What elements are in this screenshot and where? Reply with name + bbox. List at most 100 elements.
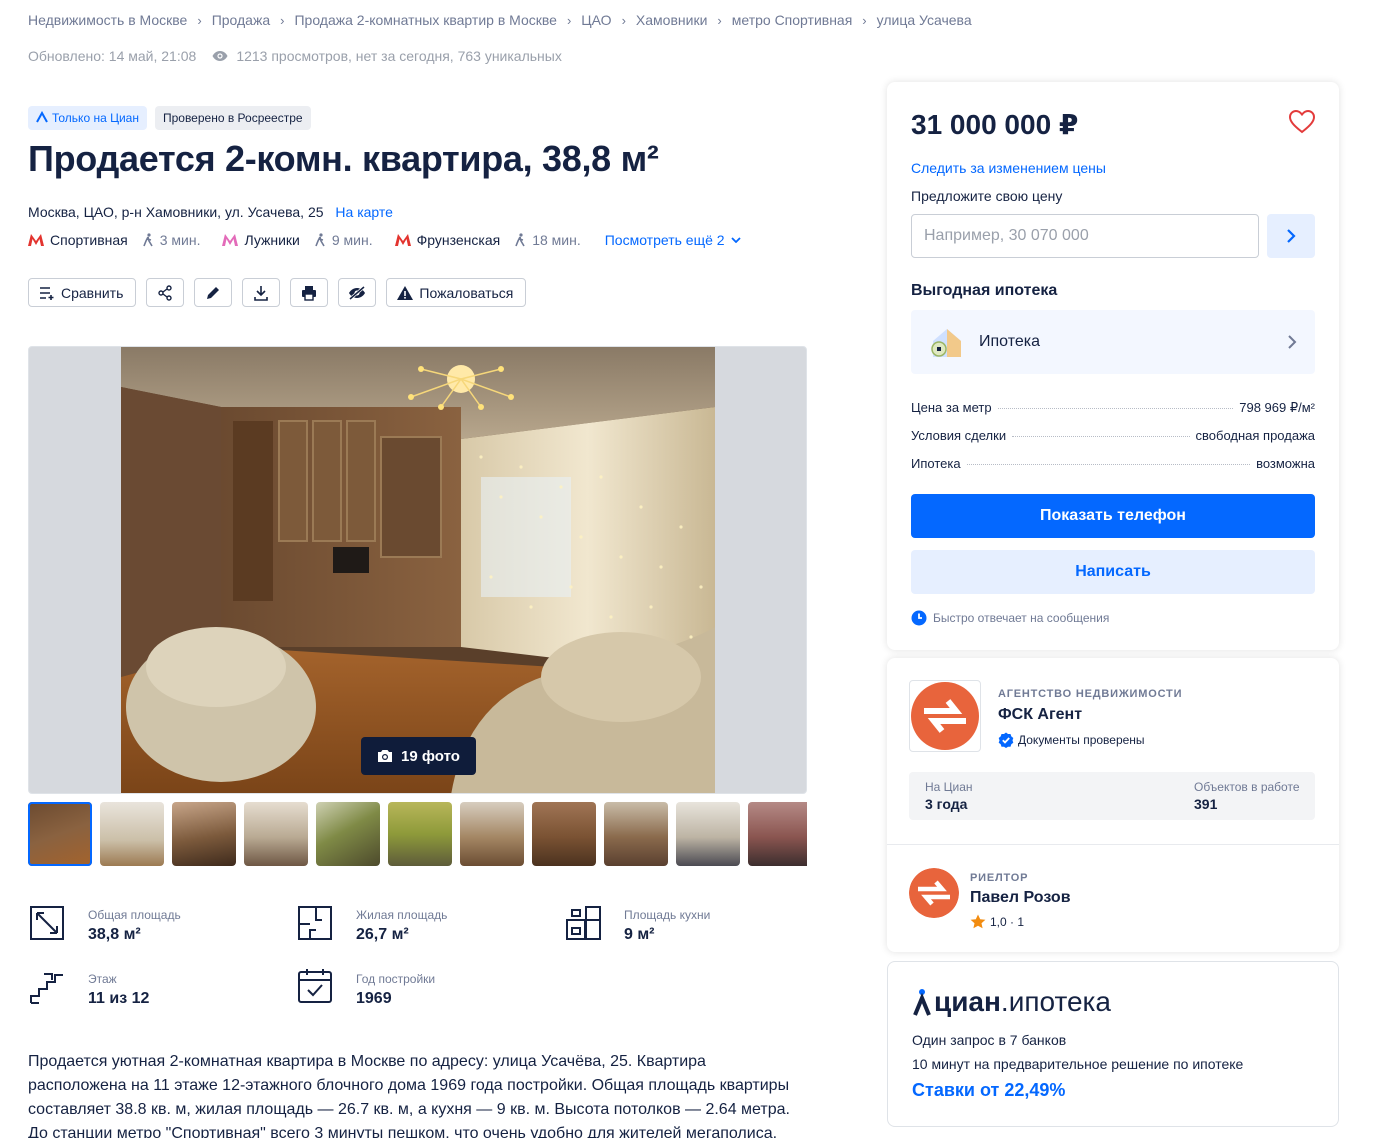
fact-kitchen-area: Площадь кухни 9 м² (564, 902, 710, 944)
verified-badge-icon (998, 732, 1014, 748)
only-cian-badge: Только на Циан (28, 106, 147, 130)
updated-date: Обновлено: 14 май, 21:08 (28, 48, 197, 64)
stat-objects: Объектов в работе 391 (1194, 780, 1300, 812)
star-icon (970, 914, 986, 929)
price-card: 31 000 000 ₽ Следить за изменением цены … (887, 82, 1339, 650)
agency-name[interactable]: ФСК Агент (998, 706, 1082, 724)
thumbnail[interactable] (460, 802, 524, 866)
write-message-button[interactable]: Написать (911, 550, 1315, 594)
thumbnail[interactable] (28, 802, 92, 866)
reply-speed-note: Быстро отвечает на сообщения (911, 610, 1109, 626)
fact-living-area: Жилая площадь 26,7 м² (296, 902, 447, 944)
breadcrumb-item[interactable]: Хамовники (636, 12, 707, 28)
breadcrumb-item[interactable]: метро Спортивная (732, 12, 853, 28)
eye-icon (212, 50, 228, 62)
breadcrumb-item[interactable]: ЦАО (581, 12, 611, 28)
listing-badges: Только на Циан Проверено в Росреестре (28, 106, 311, 130)
house-icon (931, 329, 961, 357)
photo-count-button[interactable]: 19 фото (361, 737, 476, 775)
thumbnail[interactable] (244, 802, 308, 866)
realtor-name[interactable]: Павел Розов (970, 889, 1071, 907)
thumbnail[interactable] (388, 802, 452, 866)
views-count[interactable]: 1213 просмотров, нет за сегодня, 763 уни… (236, 48, 562, 64)
chevron-right-icon: › (280, 12, 285, 28)
thumbnail-strip (28, 802, 807, 866)
chevron-down-icon (730, 237, 741, 243)
favorite-heart-icon[interactable] (1289, 110, 1315, 134)
cian-logo-icon (36, 110, 48, 126)
avatar[interactable] (909, 868, 959, 918)
mortgage-title: Выгодная ипотека (911, 282, 1058, 299)
cian-mortgage-promo[interactable]: циан .ипотека Один запрос в 7 банков 10 м… (887, 961, 1339, 1127)
compare-icon (40, 286, 54, 300)
agent-card: Агентство недвижимости ФСК Агент Докумен… (887, 658, 1339, 952)
rosreestr-badge: Проверено в Росреестре (154, 106, 311, 130)
metro-station[interactable]: Фрунзенская 18 мин. (394, 232, 581, 248)
detail-deal-terms: Условия сделки свободная продажа (911, 428, 1315, 443)
cian-mortgage-logo: циан .ипотека (912, 986, 1111, 1018)
main-photo[interactable] (121, 347, 715, 793)
walk-icon (514, 233, 526, 247)
share-button[interactable] (146, 278, 185, 307)
report-button[interactable]: Пожаловаться (386, 278, 527, 307)
thumbnail[interactable] (748, 802, 807, 866)
chevron-right-icon: › (197, 12, 202, 28)
compare-button[interactable]: Сравнить (28, 278, 137, 307)
photo-gallery[interactable]: 19 фото (28, 346, 807, 794)
fact-total-area: Общая площадь 38,8 м² (28, 902, 181, 944)
agency-caption: Агентство недвижимости (998, 688, 1183, 700)
pencil-icon (207, 286, 220, 299)
print-button[interactable] (290, 278, 329, 307)
thumbnail[interactable] (532, 802, 596, 866)
price: 31 000 000 ₽ (911, 109, 1079, 140)
eye-off-icon (349, 285, 366, 300)
realtor-caption: Риелтор (970, 872, 1029, 884)
clock-icon (911, 610, 927, 626)
metro-station[interactable]: Спортивная 3 мин. (28, 232, 200, 248)
breadcrumb-item[interactable]: Недвижимость в Москве (28, 12, 187, 28)
detail-price-per-meter: Цена за метр 798 969 ₽/м² (911, 400, 1315, 415)
page-title: Продается 2-комн. квартира, 38,8 м² (28, 138, 659, 179)
show-phone-button[interactable]: Показать телефон (911, 494, 1315, 538)
suggest-price-submit-button[interactable] (1267, 214, 1315, 258)
follow-price-link[interactable]: Следить за изменением цены (911, 160, 1106, 176)
fact-floor: Этаж 11 из 12 (28, 966, 149, 1008)
breadcrumb-item[interactable]: Продажа (212, 12, 270, 28)
chevron-right-icon (1287, 229, 1296, 243)
stat-on-cian: На Циан 3 года (925, 780, 973, 812)
listing-meta: Обновлено: 14 май, 21:08 1213 просмотров… (28, 48, 562, 64)
thumbnail[interactable] (316, 802, 380, 866)
stairs-icon (30, 973, 63, 1004)
thumbnail[interactable] (604, 802, 668, 866)
breadcrumb-item[interactable]: Продажа 2-комнатных квартир в Москве (294, 12, 556, 28)
breadcrumb-item[interactable]: улица Усачева (877, 12, 972, 28)
map-link[interactable]: На карте (335, 204, 393, 220)
fsk-logo-icon (911, 682, 979, 750)
download-icon (254, 285, 269, 301)
hide-button[interactable] (338, 278, 377, 307)
suggest-price-input[interactable] (911, 214, 1259, 258)
realtor-rating[interactable]: 1,0 · 1 (970, 914, 1024, 929)
chevron-right-icon: › (862, 12, 867, 28)
thumbnail[interactable] (172, 802, 236, 866)
thumbnail[interactable] (676, 802, 740, 866)
living-area-icon (298, 906, 332, 940)
download-button[interactable] (242, 278, 281, 307)
edit-button[interactable] (194, 278, 233, 307)
promo-rate[interactable]: Ставки от 22,49% (912, 1080, 1065, 1101)
fsk-logo-icon (909, 868, 959, 918)
suggest-price-label: Предложите свою цену (911, 188, 1063, 204)
metro-icon (28, 234, 44, 246)
detail-mortgage: Ипотека возможна (911, 456, 1315, 471)
agency-logo[interactable] (909, 680, 981, 752)
thumbnail[interactable] (100, 802, 164, 866)
metro-more-link[interactable]: Посмотреть ещё 2 (605, 232, 741, 248)
description: Продается уютная 2-комнатная квартира в … (28, 1053, 790, 1138)
mortgage-item[interactable]: Ипотека (911, 310, 1315, 374)
fact-year-built: Год постройки 1969 (296, 966, 435, 1008)
address: Москва, ЦАО, р-н Хамовники, ул. Усачева,… (28, 204, 393, 220)
metro-station[interactable]: Лужники 9 мин. (222, 232, 373, 248)
promo-line: 10 минут на предварительное решение по и… (912, 1056, 1244, 1072)
walk-icon (142, 233, 154, 247)
metro-icon (222, 234, 239, 246)
